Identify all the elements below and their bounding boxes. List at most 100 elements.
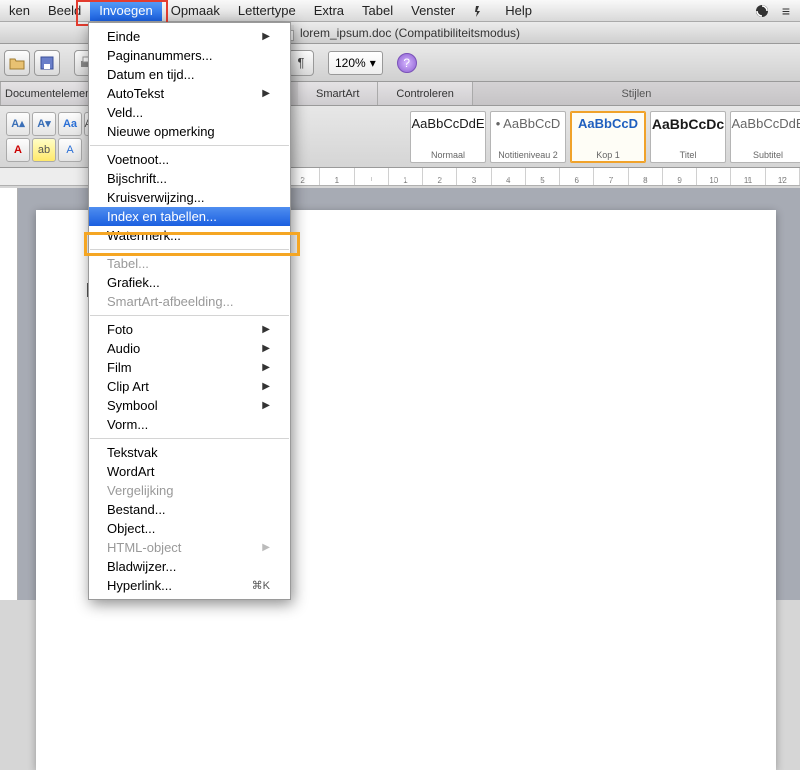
vertical-ruler[interactable] bbox=[0, 188, 18, 600]
save-button[interactable] bbox=[34, 50, 60, 76]
menu-item-lettertype[interactable]: Lettertype bbox=[229, 0, 305, 21]
style-sample: AaBbCcD bbox=[578, 116, 638, 131]
style-sample: AaBbCcDc bbox=[652, 116, 724, 132]
highlight-button[interactable]: ab bbox=[32, 138, 56, 162]
menu-grafiek[interactable]: Grafiek... bbox=[89, 273, 290, 292]
menu-item-label: Watermerk... bbox=[107, 228, 181, 243]
menu-item-label: Bijschrift... bbox=[107, 171, 167, 186]
submenu-arrow-icon: ▶ bbox=[262, 324, 270, 335]
ruler-tick: 11 bbox=[731, 168, 765, 186]
menu-index-en-tabellen[interactable]: Index en tabellen... bbox=[89, 207, 290, 226]
menu-item-label: Foto bbox=[107, 322, 133, 337]
menu-item-label: Clip Art bbox=[107, 379, 149, 394]
menu-bijschrift[interactable]: Bijschrift... bbox=[89, 169, 290, 188]
style-sample: AaBbCcDdE bbox=[412, 116, 485, 131]
menu-item-label: Film bbox=[107, 360, 132, 375]
menu-item-venster[interactable]: Venster bbox=[402, 0, 464, 21]
menu-bladwijzer[interactable]: Bladwijzer... bbox=[89, 557, 290, 576]
menu-html-object: HTML-object▶ bbox=[89, 538, 290, 557]
ruler-tick: 9 bbox=[663, 168, 697, 186]
submenu-arrow-icon: ▶ bbox=[262, 31, 270, 42]
menu-paginanummers[interactable]: Paginanummers... bbox=[89, 46, 290, 65]
menu-shortcut: ⌘K bbox=[252, 579, 270, 592]
zoom-value: 120% bbox=[335, 56, 366, 70]
ruler-tick: 3 bbox=[457, 168, 491, 186]
ruler-tick: 8 bbox=[629, 168, 663, 186]
menu-item-partial[interactable]: ken bbox=[0, 0, 39, 21]
menu-vergelijking: Vergelijking bbox=[89, 481, 290, 500]
menu-item-invoegen[interactable]: Invoegen bbox=[90, 0, 162, 21]
menu-watermerk[interactable]: Watermerk... bbox=[89, 226, 290, 245]
menu-bestand[interactable]: Bestand... bbox=[89, 500, 290, 519]
show-hide-button[interactable]: ¶ bbox=[288, 50, 314, 76]
menu-item-label: HTML-object bbox=[107, 540, 181, 555]
style-sample: AaBbCcDdE bbox=[732, 116, 800, 131]
style-notitieniveau-2[interactable]: • AaBbCcDNotitieniveau 2 bbox=[490, 111, 566, 163]
style-normaal[interactable]: AaBbCcDdENormaal bbox=[410, 111, 486, 163]
menu-audio[interactable]: Audio▶ bbox=[89, 339, 290, 358]
menu-vorm[interactable]: Vorm... bbox=[89, 415, 290, 434]
ruler-tick: 1 bbox=[320, 168, 354, 186]
menu-wordart[interactable]: WordArt bbox=[89, 462, 290, 481]
sync-icon[interactable] bbox=[754, 3, 770, 19]
menu-datum-en-tijd[interactable]: Datum en tijd... bbox=[89, 65, 290, 84]
menu-item-tabel[interactable]: Tabel bbox=[353, 0, 402, 21]
style-titel[interactable]: AaBbCcDcTitel bbox=[650, 111, 726, 163]
menu-object[interactable]: Object... bbox=[89, 519, 290, 538]
menu-item-script[interactable] bbox=[464, 0, 496, 21]
menu-veld[interactable]: Veld... bbox=[89, 103, 290, 122]
menu-smartart-afbeelding: SmartArt-afbeelding... bbox=[89, 292, 290, 311]
menu-item-extra[interactable]: Extra bbox=[305, 0, 353, 21]
menu-nieuwe-opmerking[interactable]: Nieuwe opmerking bbox=[89, 122, 290, 141]
menu-foto[interactable]: Foto ▶ bbox=[89, 320, 290, 339]
menu-film[interactable]: Film ▶ bbox=[89, 358, 290, 377]
menu-autotekst[interactable]: AutoTekst▶ bbox=[89, 84, 290, 103]
style-subtitel[interactable]: AaBbCcDdESubtitel bbox=[730, 111, 800, 163]
ruler-tick bbox=[355, 168, 389, 186]
menu-kruisverwijzing[interactable]: Kruisverwijzing... bbox=[89, 188, 290, 207]
menu-item-label: Bestand... bbox=[107, 502, 166, 517]
open-button[interactable] bbox=[4, 50, 30, 76]
submenu-arrow-icon: ▶ bbox=[262, 381, 270, 392]
menu-item-label: Veld... bbox=[107, 105, 143, 120]
style-sample: • AaBbCcD bbox=[496, 116, 561, 131]
style-label: Kop 1 bbox=[596, 150, 620, 160]
menu-item-label: Einde bbox=[107, 29, 140, 44]
menubar-extra-icon[interactable]: ≡ bbox=[782, 3, 790, 19]
submenu-arrow-icon: ▶ bbox=[262, 362, 270, 373]
tab-smartart[interactable]: SmartArt bbox=[298, 82, 378, 105]
menu-item-label: Kruisverwijzing... bbox=[107, 190, 205, 205]
tab-documentelementen[interactable]: Documentelemen bbox=[0, 82, 102, 105]
styles-gallery: AaBbCcDdENormaal• AaBbCcDNotitieniveau 2… bbox=[406, 107, 800, 167]
menu-tekstvak[interactable]: Tekstvak bbox=[89, 443, 290, 462]
styles-pane-button[interactable]: Aa bbox=[58, 112, 82, 136]
font-shrink-button[interactable]: A▾ bbox=[32, 112, 56, 136]
menu-einde[interactable]: Einde ▶ bbox=[89, 27, 290, 46]
menu-separator bbox=[90, 438, 289, 439]
font-grow-button[interactable]: A▴ bbox=[6, 112, 30, 136]
menu-symbool[interactable]: Symbool▶ bbox=[89, 396, 290, 415]
menu-item-help[interactable]: Help bbox=[496, 0, 541, 21]
zoom-selector[interactable]: 120% ▾ bbox=[328, 51, 383, 75]
chevron-down-icon: ▾ bbox=[370, 56, 376, 70]
mac-menubar: ken Beeld Invoegen Opmaak Lettertype Ext… bbox=[0, 0, 800, 22]
help-button[interactable]: ? bbox=[397, 53, 417, 73]
menu-item-opmaak[interactable]: Opmaak bbox=[162, 0, 229, 21]
char-style-button[interactable]: A bbox=[58, 138, 82, 162]
submenu-arrow-icon: ▶ bbox=[262, 343, 270, 354]
menu-item-label: AutoTekst bbox=[107, 86, 164, 101]
menu-item-beeld[interactable]: Beeld bbox=[39, 0, 90, 21]
menu-item-label: SmartArt-afbeelding... bbox=[107, 294, 233, 309]
menu-hyperlink[interactable]: Hyperlink... ⌘K bbox=[89, 576, 290, 595]
font-color-button[interactable]: A bbox=[6, 138, 30, 162]
menu-item-label: Vergelijking bbox=[107, 483, 174, 498]
menu-separator bbox=[90, 249, 289, 250]
ruler-tick: 6 bbox=[560, 168, 594, 186]
tab-controleren[interactable]: Controleren bbox=[378, 82, 472, 105]
menu-clip-art[interactable]: Clip Art ▶ bbox=[89, 377, 290, 396]
invoegen-menu: Einde▶Paginanummers...Datum en tijd...Au… bbox=[88, 22, 291, 600]
menu-voetnoot[interactable]: Voetnoot... bbox=[89, 150, 290, 169]
ribbon-group-label: Stijlen bbox=[473, 82, 800, 105]
menu-item-label: Hyperlink... bbox=[107, 578, 172, 593]
style-kop-1[interactable]: AaBbCcD Kop 1 bbox=[570, 111, 646, 163]
